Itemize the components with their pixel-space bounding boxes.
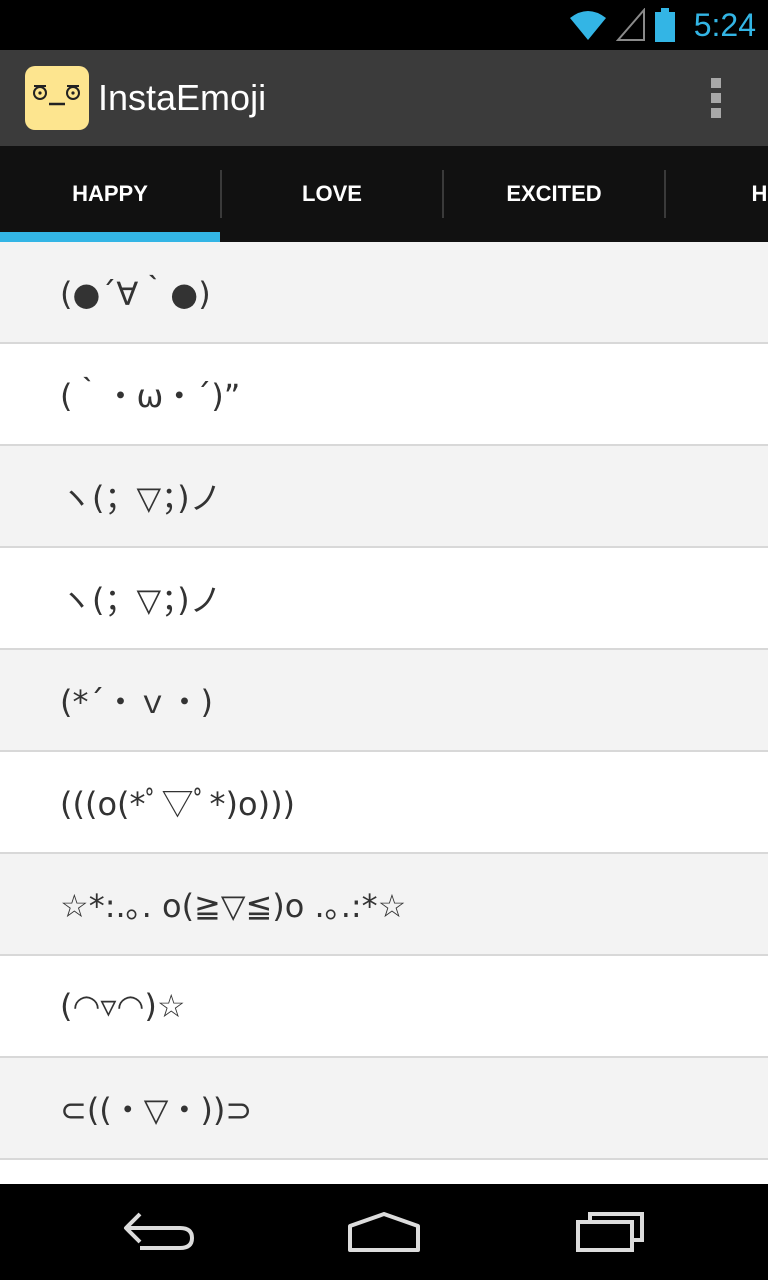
app-logo-icon[interactable] <box>25 66 89 130</box>
status-time: 5:24 <box>693 6 756 43</box>
tab-happy[interactable]: HAPPY <box>0 146 220 242</box>
app-title: InstaEmoji <box>98 77 267 118</box>
tab-bar: HAPPY LOVE EXCITED HUG <box>0 146 768 242</box>
signal-icon <box>615 8 645 41</box>
action-bar: InstaEmoji <box>0 50 768 146</box>
tab-hug[interactable]: HUG <box>666 146 768 242</box>
recent-apps-icon[interactable] <box>572 1208 652 1256</box>
navigation-bar <box>0 1184 768 1280</box>
list-item[interactable] <box>0 1160 768 1184</box>
list-item[interactable]: (((o(*ﾟ▽ﾟ*)o))) <box>0 752 768 854</box>
tab-excited[interactable]: EXCITED <box>444 146 664 242</box>
home-icon[interactable] <box>344 1208 426 1256</box>
battery-icon <box>654 8 675 42</box>
list-item[interactable]: ☆*:.｡. o(≧▽≦)o .｡.:*☆ <box>0 854 768 956</box>
list-item[interactable]: ⊂((・▽・))⊃ <box>0 1058 768 1160</box>
selected-tab-indicator <box>0 232 220 242</box>
list-item[interactable]: (*´・ｖ・) <box>0 650 768 752</box>
list-item[interactable]: ヽ(；▽；)ノ <box>0 446 768 548</box>
tab-love[interactable]: LOVE <box>222 146 442 242</box>
back-icon[interactable] <box>118 1208 202 1256</box>
status-bar: 5:24 <box>0 0 768 50</box>
list-item[interactable]: (◠▿◠)☆ <box>0 956 768 1058</box>
emoticon-list[interactable]: (●´∀｀●) (｀・ω・´)” ヽ(；▽；)ノ ヽ(；▽；)ノ (*´・ｖ・)… <box>0 242 768 1184</box>
list-item[interactable]: ヽ(；▽；)ノ <box>0 548 768 650</box>
wifi-icon <box>569 11 606 40</box>
list-item[interactable]: (●´∀｀●) <box>0 242 768 344</box>
list-item[interactable]: (｀・ω・´)” <box>0 344 768 446</box>
overflow-menu-icon[interactable] <box>704 76 728 120</box>
status-icons: 5:24 <box>568 0 756 50</box>
